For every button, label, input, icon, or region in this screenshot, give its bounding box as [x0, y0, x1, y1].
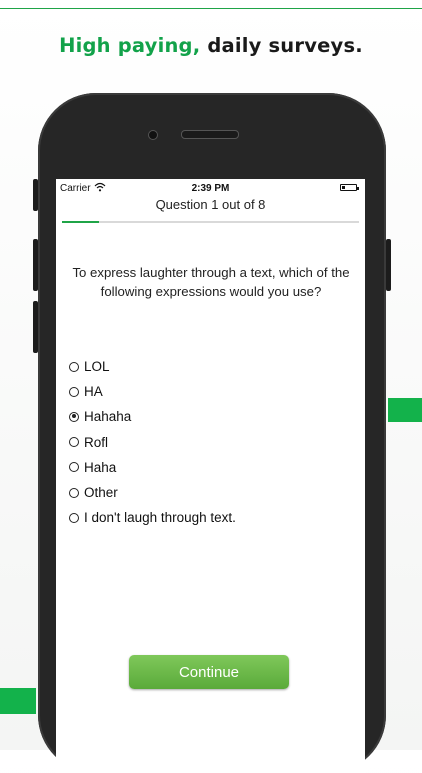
continue-button[interactable]: Continue: [129, 655, 289, 689]
question-progress-label: Question 1 out of 8: [155, 197, 266, 212]
promo-headline: High paying, daily surveys.: [0, 34, 422, 57]
front-camera: [148, 130, 158, 140]
mute-switch: [33, 179, 38, 211]
answer-option[interactable]: HA: [69, 379, 359, 404]
answer-option-label: Other: [84, 485, 118, 501]
answer-option[interactable]: Rofl: [69, 430, 359, 455]
top-divider: [0, 8, 422, 9]
progress-bar-fill: [62, 221, 100, 223]
radio-checked-icon[interactable]: [69, 411, 79, 422]
headline-rest: daily surveys.: [200, 34, 363, 57]
decorative-green-bar-right: [388, 398, 422, 422]
battery-icon: [340, 184, 359, 191]
answer-option-label: HA: [84, 384, 103, 400]
power-button: [386, 239, 391, 291]
radio-unchecked-icon[interactable]: [69, 386, 79, 397]
radio-unchecked-icon[interactable]: [69, 462, 79, 473]
answer-option[interactable]: Hahaha: [69, 404, 359, 429]
answer-option-label: Rofl: [84, 434, 109, 450]
headline-accent: High paying,: [59, 34, 201, 57]
phone-frame: Carrier 2:39 PM Question 1 out of 8 To e…: [33, 93, 391, 773]
answer-option-label: Hahaha: [84, 409, 132, 425]
radio-unchecked-icon[interactable]: [69, 512, 79, 523]
phone-screen: Carrier 2:39 PM Question 1 out of 8 To e…: [56, 179, 365, 773]
answer-options: LOL HA Hahaha Rofl Haha Other I don't laugh th…: [69, 354, 359, 530]
answer-option[interactable]: LOL: [69, 354, 359, 379]
question-text: To express laughter through a text, whic…: [72, 265, 350, 299]
radio-unchecked-icon[interactable]: [69, 437, 79, 448]
answer-option-label: LOL: [84, 359, 110, 375]
volume-up-button: [33, 239, 38, 291]
progress-bar: [62, 221, 359, 223]
answer-option-label: I don't laugh through text.: [84, 510, 236, 526]
answer-option[interactable]: I don't laugh through text.: [69, 505, 359, 530]
volume-down-button: [33, 301, 38, 353]
battery-tip: [357, 186, 359, 190]
answer-option-label: Haha: [84, 459, 117, 475]
radio-unchecked-icon[interactable]: [69, 487, 79, 498]
answer-option[interactable]: Haha: [69, 455, 359, 480]
decorative-green-bar-left: [0, 688, 36, 714]
status-bar: Carrier 2:39 PM: [56, 179, 365, 197]
earpiece-speaker: [181, 130, 239, 139]
answer-option[interactable]: Other: [69, 480, 359, 505]
radio-unchecked-icon[interactable]: [69, 361, 79, 372]
status-time: 2:39 PM: [191, 183, 230, 194]
battery-level: [342, 186, 345, 189]
